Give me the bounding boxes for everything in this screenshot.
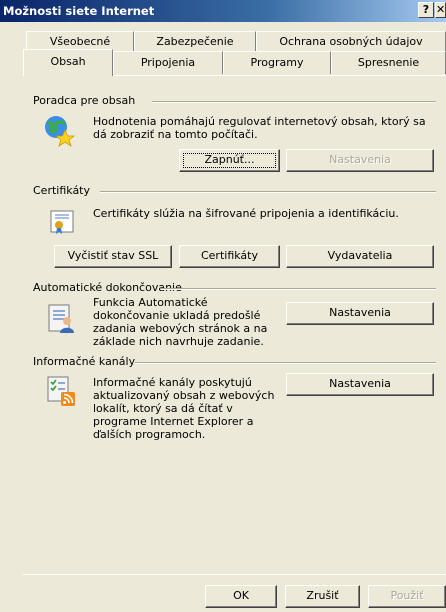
tab-privacy[interactable]: Ochrana osobných údajov [256,31,446,53]
autocomplete-group-label: Automatické dokončovanie [33,281,182,294]
content-advisor-description: Hodnotenia pomáhajú regulovať internetov… [93,115,426,141]
publishers-button[interactable]: Vydavatelia [286,245,434,268]
feeds-settings-button[interactable]: Nastavenia [286,373,434,396]
close-button[interactable]: ✕ [435,2,446,18]
tab-programs[interactable]: Programy [223,51,331,74]
feeds-divider [135,362,436,364]
feeds-description: Informačné kanály poskytujú aktualizovan… [93,376,275,441]
cancel-button[interactable]: Zrušiť [285,585,360,608]
content-advisor-group-label: Poradca pre obsah [33,94,136,107]
tab-content[interactable]: Obsah [23,49,113,76]
certificates-divider [100,191,436,193]
window-title: Možnosti siete Internet [3,4,155,18]
content-advisor-settings-button[interactable]: Nastavenia [286,149,434,172]
internet-options-dialog: Možnosti siete Internet ? ✕ Všeobecné Za… [0,0,446,612]
tab-advanced[interactable]: Spresnenie [331,51,446,74]
autocomplete-divider [161,288,436,290]
help-button[interactable]: ? [418,2,434,18]
content-advisor-divider [152,101,436,103]
apply-button[interactable]: Použiť [368,585,446,608]
certificates-button[interactable]: Certifikáty [179,245,280,268]
feeds-group-label: Informačné kanály [33,355,136,368]
content-advisor-enable-button[interactable]: Zapnúť... [179,149,280,172]
tab-security[interactable]: Zabezpečenie [134,31,256,53]
autocomplete-description: Funkcia Automatické dokončovanie ukladá … [93,296,268,348]
ok-button[interactable]: OK [205,585,277,608]
rss-feed-icon [47,376,75,406]
clear-ssl-state-button[interactable]: Vyčistiť stav SSL [54,245,172,268]
autocomplete-settings-button[interactable]: Nastavenia [286,302,434,325]
globe-star-icon [45,116,75,147]
title-bar[interactable]: Možnosti siete Internet ? ✕ [0,0,446,22]
certificate-icon [50,210,74,234]
autocomplete-form-icon [48,304,74,333]
certificates-group-label: Certifikáty [33,184,91,197]
tab-connections[interactable]: Pripojenia [113,51,223,74]
certificates-description: Certifikáty slúžia na šifrované pripojen… [93,207,399,220]
